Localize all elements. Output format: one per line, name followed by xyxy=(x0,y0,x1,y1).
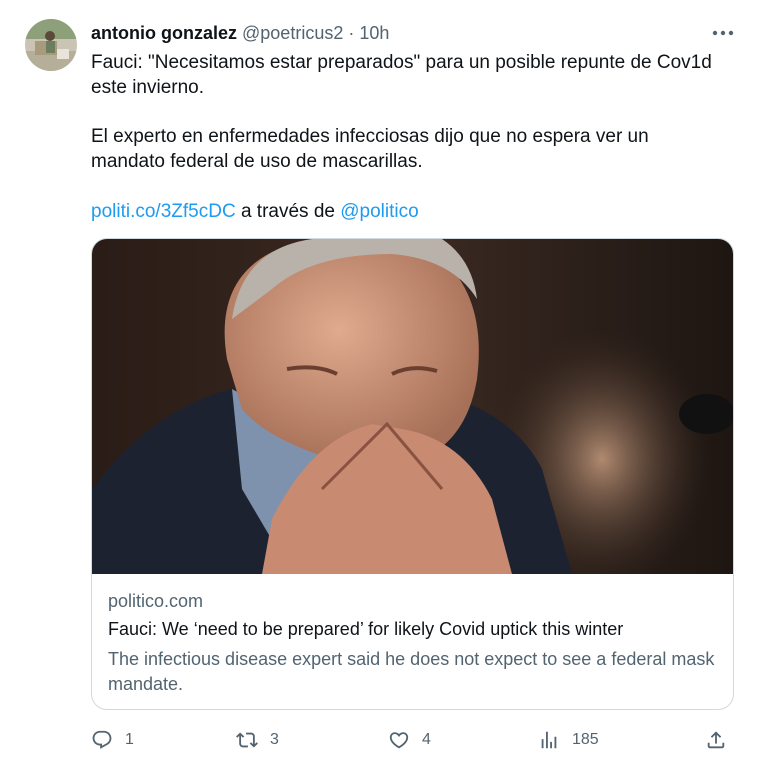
retweet-button[interactable]: 3 xyxy=(236,722,279,758)
views-button[interactable]: 185 xyxy=(538,722,599,758)
via-text: a través de xyxy=(235,201,341,222)
timestamp[interactable]: 10h xyxy=(359,23,389,43)
like-count: 4 xyxy=(422,731,431,748)
card-title: Fauci: We ‘need to be prepared’ for like… xyxy=(108,619,624,639)
link-card[interactable]: politico.com Fauci: We ‘need to be prepa… xyxy=(91,238,734,710)
reply-icon xyxy=(92,730,112,749)
tweet-text-line: Fauci: "Necesitamos estar preparados" pa… xyxy=(91,52,712,73)
tweet-header: antonio gonzalez @poetricus2 · 10h xyxy=(91,21,389,45)
views-icon xyxy=(541,731,557,749)
retweet-count: 3 xyxy=(270,731,279,748)
tweet[interactable]: antonio gonzalez @poetricus2 · 10h Fauci… xyxy=(0,0,774,770)
more-button[interactable] xyxy=(707,21,739,45)
card-description: The infectious disease expert said he do… xyxy=(108,649,715,694)
share-button[interactable] xyxy=(705,722,727,758)
heart-icon xyxy=(389,732,409,749)
like-button[interactable]: 4 xyxy=(388,722,431,758)
card-domain: politico.com xyxy=(108,591,204,611)
tweet-text-line: El experto en enfermedades infecciosas d… xyxy=(91,126,649,147)
user-name[interactable]: antonio gonzalez xyxy=(91,23,237,43)
views-count: 185 xyxy=(572,731,599,748)
reply-button[interactable]: 1 xyxy=(91,722,134,758)
more-icon xyxy=(712,30,734,36)
retweet-icon xyxy=(236,732,258,748)
share-icon xyxy=(707,731,725,749)
tweet-text-line: este invierno. xyxy=(91,77,205,98)
user-handle[interactable]: @poetricus2 xyxy=(242,23,343,43)
avatar[interactable] xyxy=(25,19,77,71)
action-bar: 1 3 4 185 xyxy=(0,722,774,758)
reply-count: 1 xyxy=(125,731,134,748)
tweet-link[interactable]: politi.co/3Zf5cDC xyxy=(91,201,236,222)
mention-link[interactable]: @politico xyxy=(340,201,418,222)
separator-dot: · xyxy=(348,23,355,43)
card-image xyxy=(92,239,733,574)
tweet-text-line: mandato federal de uso de mascarillas. xyxy=(91,151,423,172)
tweet-link-line: politi.co/3Zf5cDC a través de @politico xyxy=(91,199,751,224)
